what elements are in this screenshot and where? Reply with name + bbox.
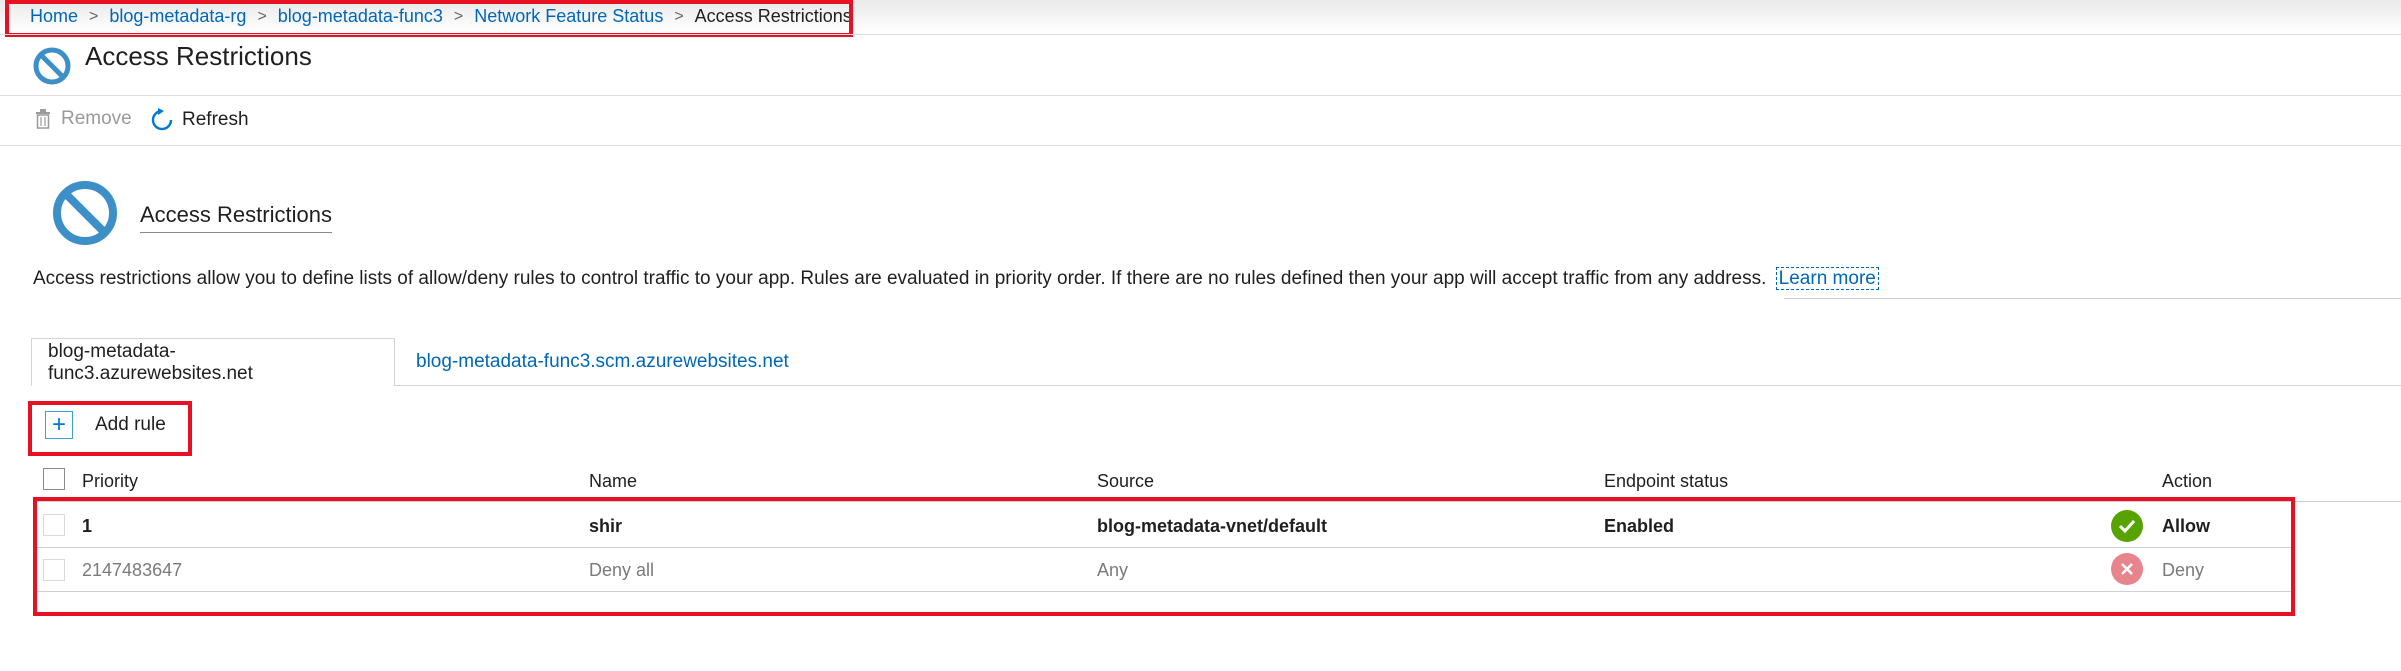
- tab-scm-site[interactable]: blog-metadata-func3.scm.azurewebsites.ne…: [400, 338, 805, 386]
- add-rule-highlight-box: [28, 401, 192, 456]
- column-header-source[interactable]: Source: [1097, 471, 1154, 492]
- rules-highlight-box: [33, 497, 2295, 616]
- refresh-button[interactable]: Refresh: [150, 108, 249, 132]
- column-header-endpoint-status[interactable]: Endpoint status: [1604, 471, 1728, 492]
- page-title: Access Restrictions: [85, 41, 312, 71]
- remove-label: Remove: [61, 108, 132, 129]
- section-title: Access Restrictions: [140, 202, 332, 233]
- divider: [0, 145, 2401, 146]
- learn-more-link[interactable]: Learn more: [1775, 267, 1879, 290]
- refresh-label: Refresh: [182, 109, 249, 130]
- remove-button[interactable]: Remove: [35, 108, 132, 130]
- breadcrumb-highlight-box: [5, 0, 853, 37]
- divider: [0, 34, 2401, 35]
- column-header-action[interactable]: Action: [2162, 471, 2212, 492]
- section-description: Access restrictions allow you to define …: [33, 267, 1879, 290]
- blocked-circle-icon: [53, 181, 117, 245]
- refresh-icon: [151, 108, 173, 131]
- divider: [1784, 298, 2401, 299]
- tab-underline: [395, 385, 2401, 386]
- select-all-checkbox[interactable]: [43, 468, 65, 490]
- description-text: Access restrictions allow you to define …: [33, 268, 1767, 289]
- divider: [0, 95, 2401, 96]
- column-header-name[interactable]: Name: [589, 471, 637, 492]
- blocked-circle-icon: [33, 47, 71, 85]
- trash-icon: [36, 109, 50, 129]
- column-header-priority[interactable]: Priority: [82, 471, 138, 492]
- tab-main-site[interactable]: blog-metadata-func3.azurewebsites.net: [31, 338, 395, 386]
